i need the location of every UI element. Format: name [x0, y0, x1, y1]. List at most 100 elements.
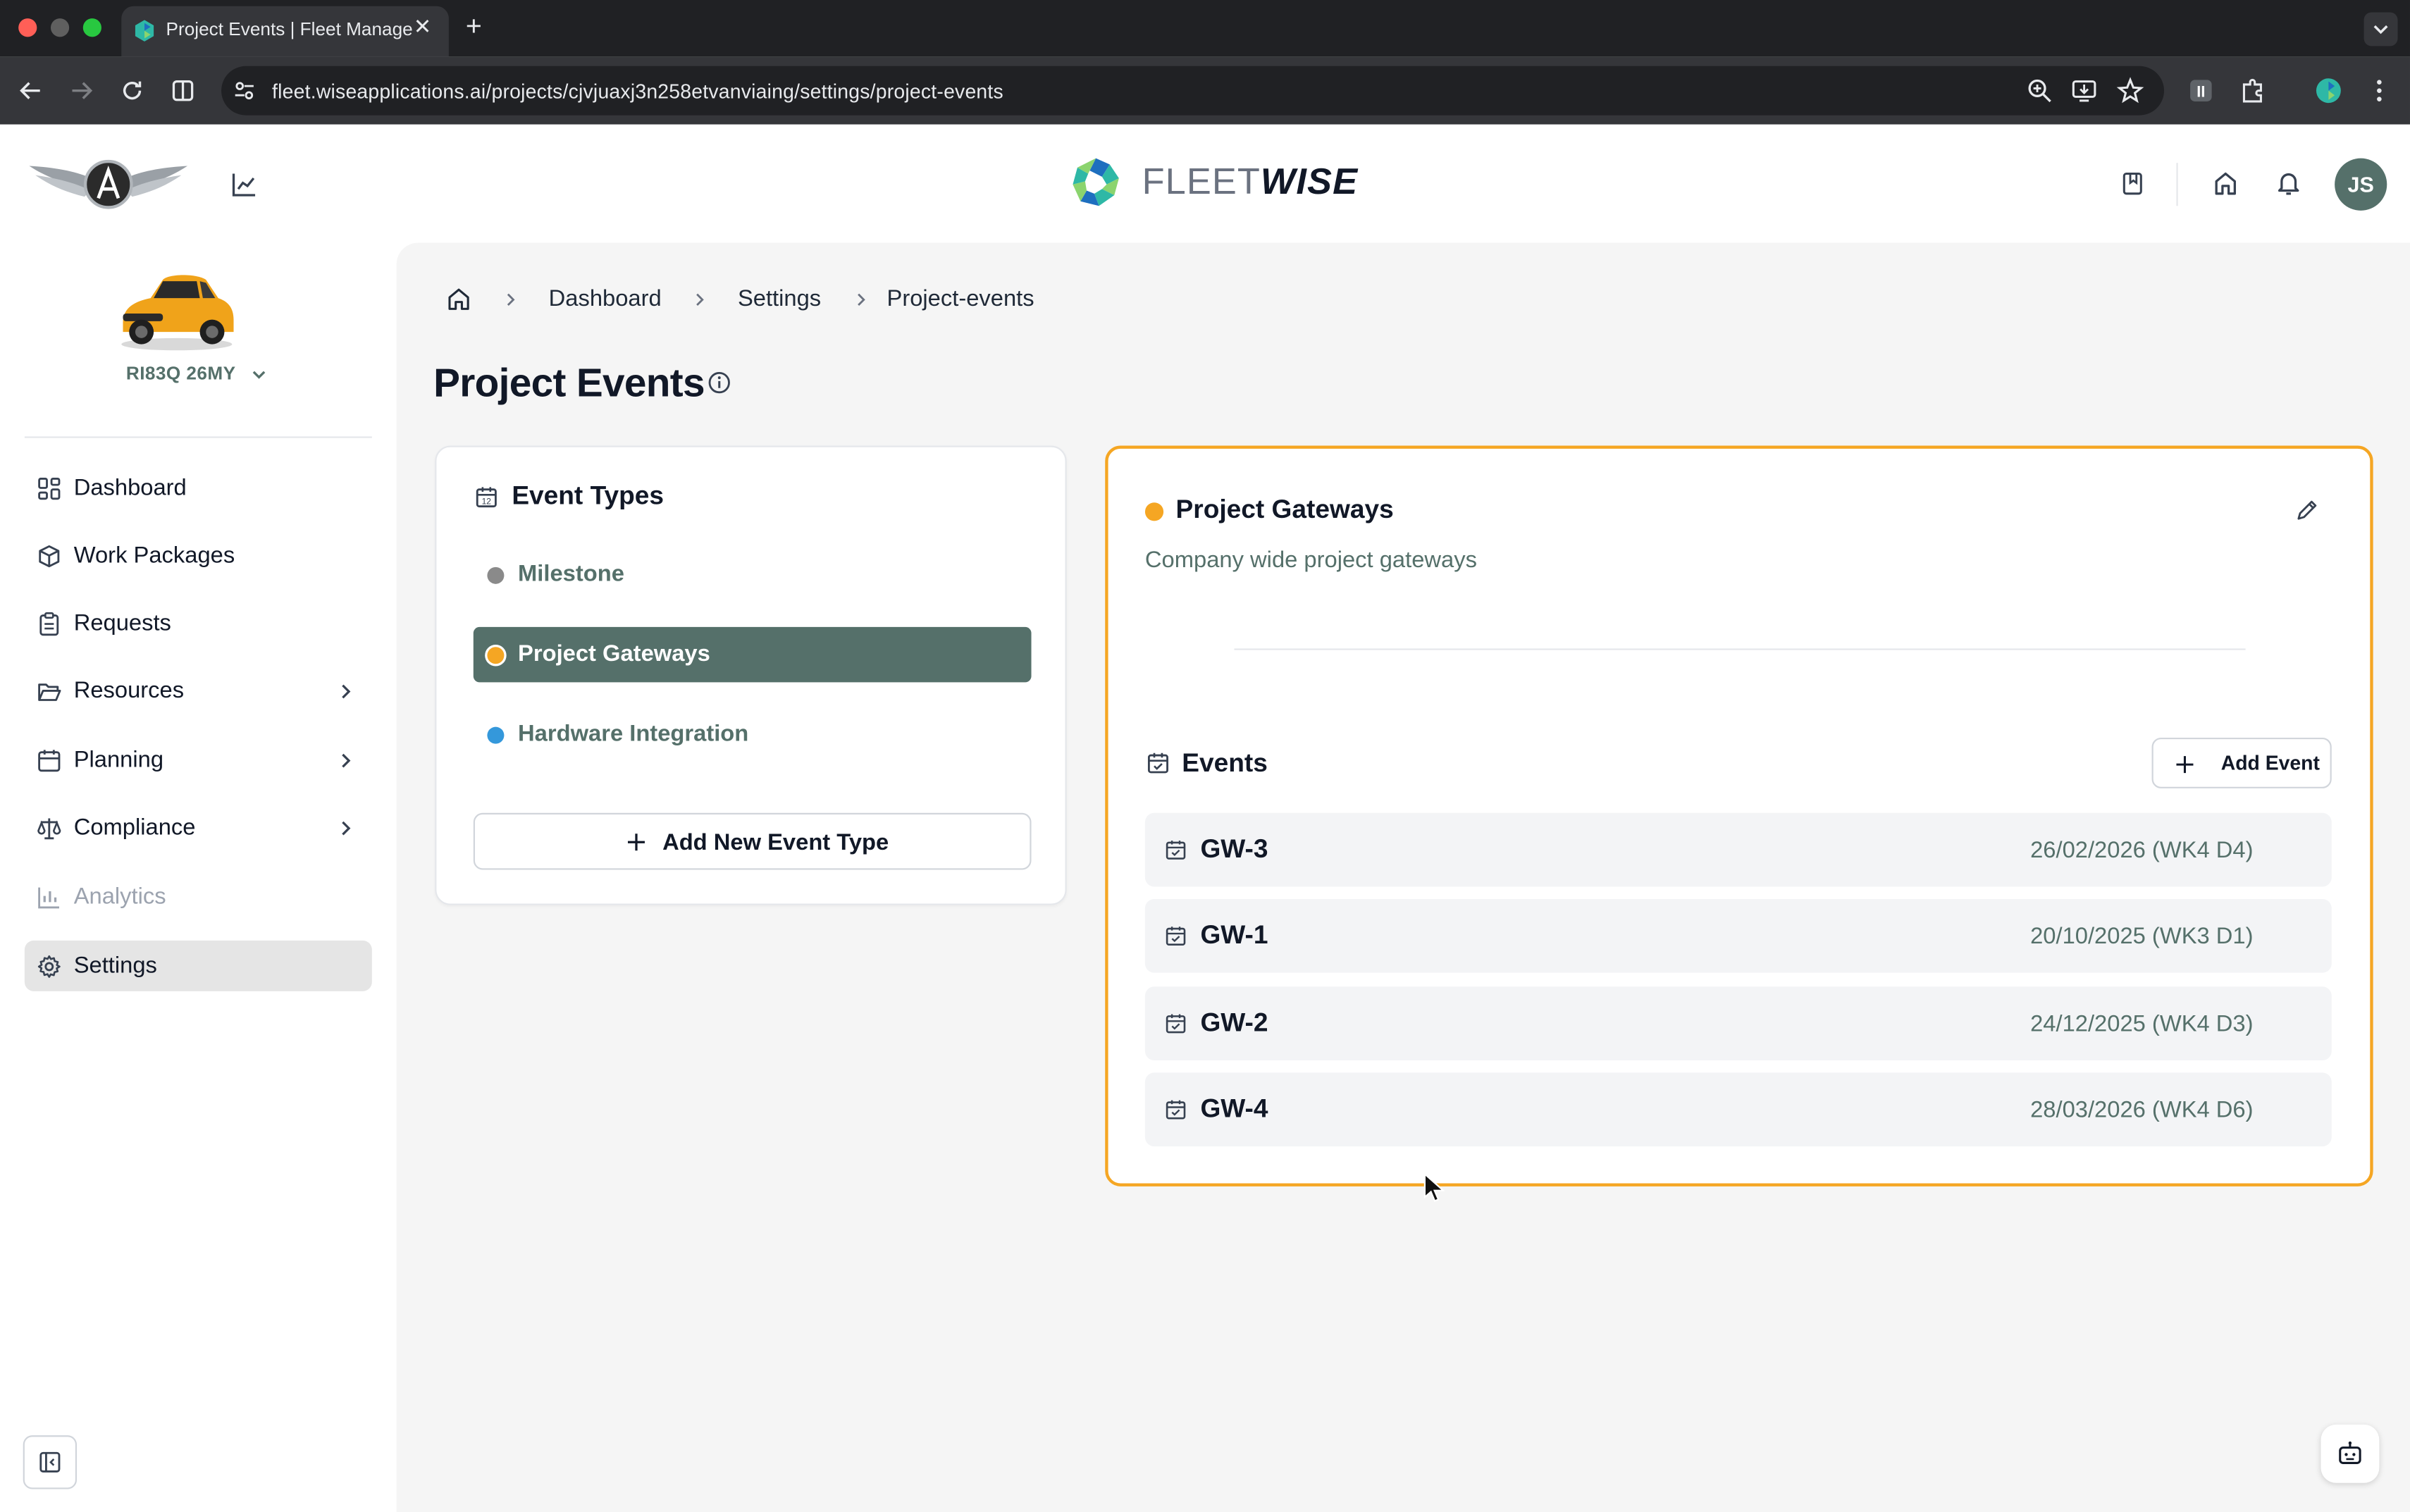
sidebar-collapse-icon: [39, 1451, 61, 1473]
add-new-event-type-button[interactable]: Add New Event Type: [473, 812, 1032, 870]
plus-icon: [627, 834, 645, 851]
install-app-icon[interactable]: [2070, 77, 2098, 104]
detail-title: Project Gateways: [1175, 495, 1394, 524]
browser-tab-active[interactable]: Project Events | Fleet Management ✕: [121, 6, 449, 57]
sidebar-item-work-packages[interactable]: Work Packages: [25, 530, 372, 581]
sidebar-item-label: Planning: [73, 747, 164, 774]
sidebar-item-resources[interactable]: Resources: [25, 665, 372, 716]
window-close-button[interactable]: [18, 18, 37, 37]
bar-chart-icon: [38, 887, 59, 909]
puzzle-icon[interactable]: [2238, 75, 2269, 106]
event-row[interactable]: GW-2 24/12/2025 (WK4 D3): [1144, 986, 2332, 1060]
sidebar-item-label: Analytics: [73, 884, 166, 910]
gear-icon: [37, 955, 61, 978]
robot-icon: [2339, 1441, 2361, 1464]
browser-menu-icon[interactable]: [2364, 75, 2395, 106]
home-icon[interactable]: [2212, 169, 2239, 197]
chevron-right-icon: [342, 684, 351, 699]
event-type-hardware-integration[interactable]: Hardware Integration: [474, 707, 1032, 762]
browser-toolbar: fleet.wiseapplications.ai/projects/cjvju…: [0, 56, 2410, 125]
event-row[interactable]: GW-1 20/10/2025 (WK3 D1): [1144, 898, 2332, 973]
event-date: 26/02/2026 (WK4 D4): [2030, 837, 2254, 864]
event-row[interactable]: GW-4 28/03/2026 (WK4 D6): [1144, 1072, 2332, 1147]
user-avatar[interactable]: JS: [2335, 158, 2387, 211]
event-type-color-dot: [487, 566, 505, 584]
event-types-card: 12 Event Types Milestone Project Gateway…: [435, 445, 1067, 905]
tab-title: Project Events | Fleet Management: [166, 18, 412, 40]
svg-text:II: II: [2196, 82, 2205, 100]
event-row[interactable]: GW-3 26/02/2026 (WK4 D4): [1144, 812, 2332, 887]
address-bar[interactable]: fleet.wiseapplications.ai/projects/cjvju…: [221, 66, 2165, 116]
chevron-down-icon: [2373, 25, 2388, 35]
calendar-check-icon: [1147, 752, 1168, 774]
calendar-check-icon: [1166, 841, 1186, 860]
tab-search-button[interactable]: [2363, 12, 2398, 47]
sidebar-item-label: Dashboard: [73, 474, 187, 502]
site-info-icon[interactable]: [232, 78, 257, 103]
event-type-color-dot: [487, 726, 505, 744]
window-minimize-button[interactable]: [50, 18, 70, 37]
chevron-right-icon: [342, 821, 351, 836]
chevron-down-icon: [252, 371, 265, 380]
sidebar-item-compliance[interactable]: Compliance: [25, 803, 372, 853]
event-type-milestone[interactable]: Milestone: [474, 547, 1032, 602]
bookmark-star-icon[interactable]: [2116, 77, 2144, 104]
vehicle-selector[interactable]: RI83Q 26MY: [126, 363, 267, 384]
bell-icon[interactable]: [2275, 169, 2302, 197]
scales-icon: [37, 818, 61, 840]
chevron-right-icon: [342, 753, 351, 768]
bookmark-book-icon[interactable]: [2120, 171, 2146, 197]
forward-arrow-icon[interactable]: [66, 75, 97, 106]
calendar-icon: 12: [476, 487, 497, 508]
mouse-cursor-icon: [1423, 1172, 1445, 1202]
sidebar-divider: [24, 436, 372, 438]
analytics-chart-icon[interactable]: [230, 171, 258, 198]
pencil-edit-icon[interactable]: [2294, 498, 2319, 523]
breadcrumb-home-icon[interactable]: [446, 286, 472, 312]
sidebar-item-requests[interactable]: Requests: [25, 597, 372, 648]
event-type-label: Milestone: [518, 561, 624, 588]
event-type-project-gateways[interactable]: Project Gateways: [473, 626, 1032, 683]
page-title: Project Events: [433, 359, 705, 406]
chevron-right-icon: [696, 293, 704, 306]
zoom-icon[interactable]: [2026, 77, 2053, 104]
breadcrumb-settings[interactable]: Settings: [738, 286, 821, 312]
event-date: 24/12/2025 (WK4 D3): [2030, 1011, 2254, 1038]
sidebar-item-label: Work Packages: [73, 542, 235, 569]
event-type-color-dot: [1144, 502, 1164, 521]
sidebar-item-dashboard[interactable]: Dashboard: [25, 463, 372, 514]
extension-icon[interactable]: II: [2186, 75, 2217, 106]
sidebar: RI83Q 26MY Dashboard Work Packages Reque…: [0, 242, 397, 1512]
svg-text:12: 12: [482, 496, 492, 506]
tab-close-icon[interactable]: ✕: [414, 14, 432, 40]
event-name: GW-1: [1200, 920, 1268, 950]
reload-icon[interactable]: [117, 75, 148, 106]
clipboard-icon: [39, 612, 59, 636]
collapse-sidebar-button[interactable]: [23, 1435, 78, 1489]
back-arrow-icon[interactable]: [16, 75, 47, 106]
url-text: fleet.wiseapplications.ai/projects/cjvju…: [272, 80, 1003, 104]
add-event-button[interactable]: Add Event: [2151, 737, 2332, 788]
package-box-icon: [39, 545, 60, 568]
breadcrumb-project-events: Project-events: [886, 285, 1034, 312]
detail-divider: [1234, 648, 2246, 650]
event-date: 20/10/2025 (WK3 D1): [2030, 923, 2254, 950]
sidebar-item-analytics[interactable]: Analytics: [25, 872, 372, 922]
calendar-icon: [38, 750, 61, 772]
profile-icon[interactable]: [2313, 75, 2344, 106]
event-type-label: Hardware Integration: [518, 720, 749, 748]
event-name: GW-4: [1200, 1093, 1268, 1124]
sidebar-item-planning[interactable]: Planning: [25, 735, 372, 786]
sidebar-item-label: Requests: [73, 609, 171, 636]
window-maximize-button[interactable]: [82, 18, 101, 37]
breadcrumb-dashboard[interactable]: Dashboard: [549, 286, 662, 312]
sidebar-item-settings[interactable]: Settings: [24, 940, 372, 991]
chevron-right-icon: [858, 293, 865, 306]
company-wings-logo-icon: [29, 159, 188, 209]
new-tab-button[interactable]: +: [466, 12, 482, 39]
split-view-icon[interactable]: [168, 75, 199, 106]
vehicle-image: [121, 275, 234, 351]
assistant-bot-button[interactable]: [2321, 1424, 2380, 1483]
info-icon[interactable]: [707, 371, 731, 395]
sidebar-item-label: Compliance: [73, 814, 196, 841]
